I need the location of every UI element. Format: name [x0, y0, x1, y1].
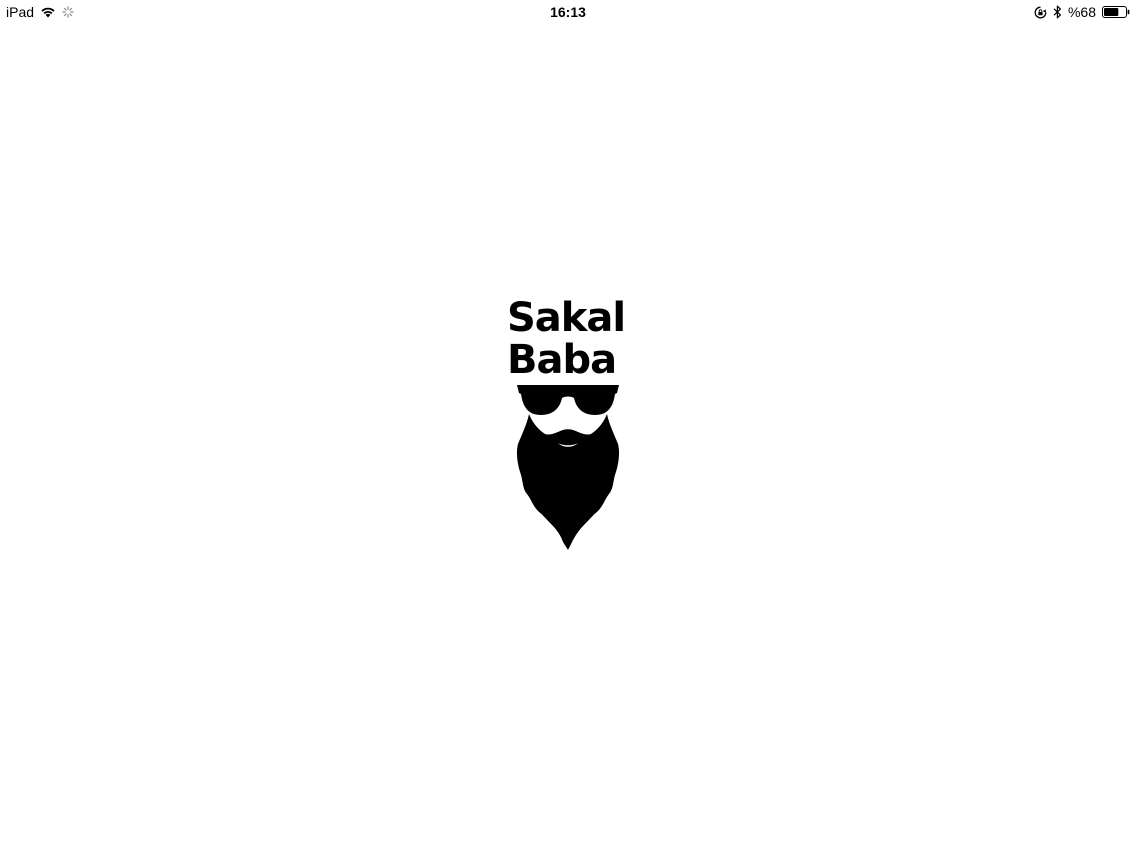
logo-text-line2: Baba [507, 337, 617, 383]
device-name: iPad [6, 4, 35, 20]
bluetooth-icon [1053, 5, 1062, 19]
wifi-icon [40, 6, 56, 18]
bearded-man-sunglasses-icon [516, 385, 620, 550]
status-bar: iPad 16:13 %68 [0, 0, 1136, 24]
status-bar-right: %68 [1034, 3, 1130, 21]
rotation-lock-icon [1034, 6, 1047, 19]
battery-percentage: %68 [1067, 4, 1096, 20]
app-logo: Sakal Baba [503, 296, 633, 554]
battery-icon [1102, 6, 1130, 18]
status-bar-center: 16:13 [0, 3, 1136, 21]
status-bar-left: iPad [6, 3, 74, 21]
logo-text-line1: Sakal [507, 295, 626, 341]
splash-screen: iPad 16:13 %68 Sakal Baba [0, 0, 1136, 852]
clock: 16:13 [550, 4, 586, 20]
activity-spinner-icon [62, 6, 74, 18]
